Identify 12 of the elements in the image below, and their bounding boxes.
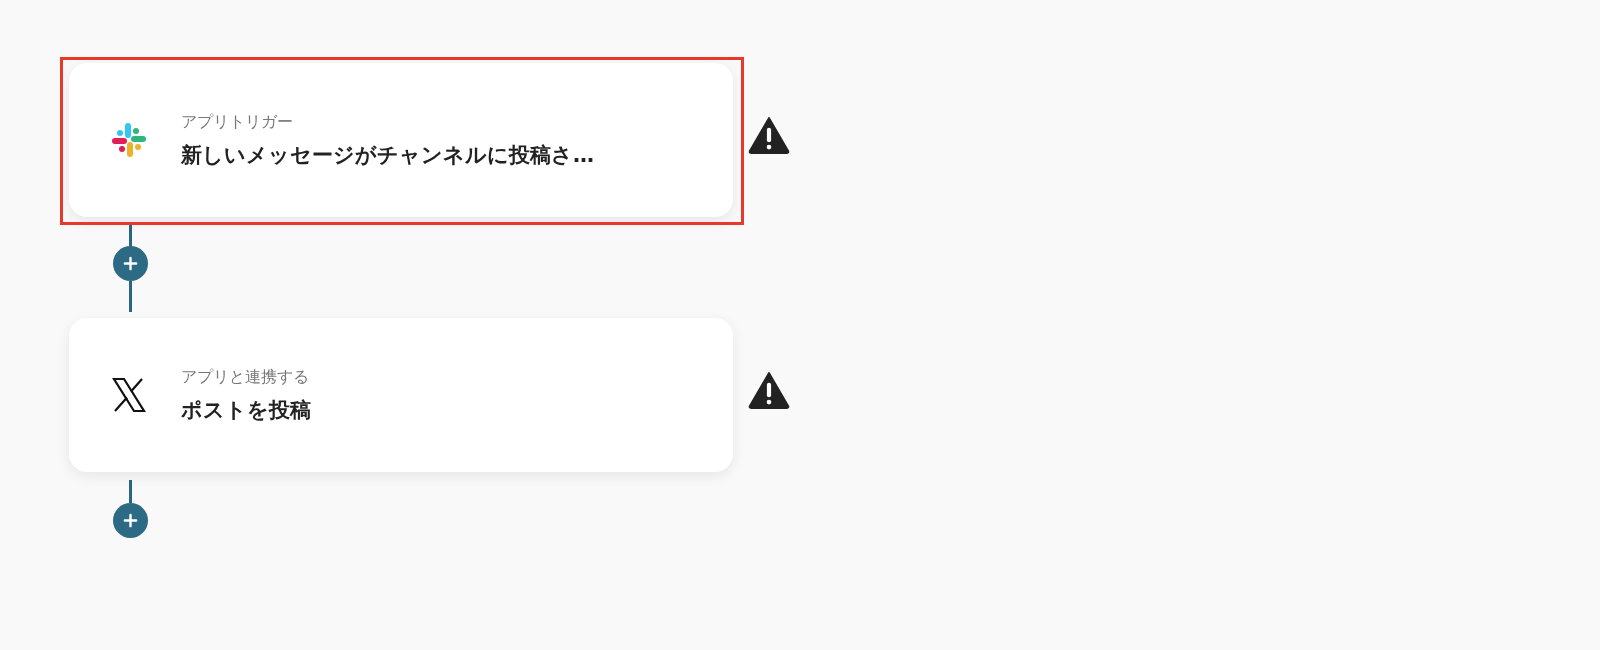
step-label: アプリトリガー xyxy=(181,111,294,133)
plus-icon xyxy=(122,256,138,271)
step-card[interactable]: アプリトリガー 新しいメッセージがチャンネルに投稿さ… xyxy=(69,63,733,217)
add-step-button[interactable] xyxy=(112,503,148,538)
step-title: ポストを投稿 xyxy=(181,396,311,424)
step-card[interactable]: アプリと連携する ポストを投稿 xyxy=(69,318,733,472)
step-label: アプリと連携する xyxy=(181,366,310,388)
add-step-button[interactable] xyxy=(112,246,148,281)
slack-icon xyxy=(109,120,149,160)
plus-icon xyxy=(122,513,138,528)
x-logo-icon xyxy=(109,375,149,415)
step-title: 新しいメッセージがチャンネルに投稿さ… xyxy=(181,141,594,169)
